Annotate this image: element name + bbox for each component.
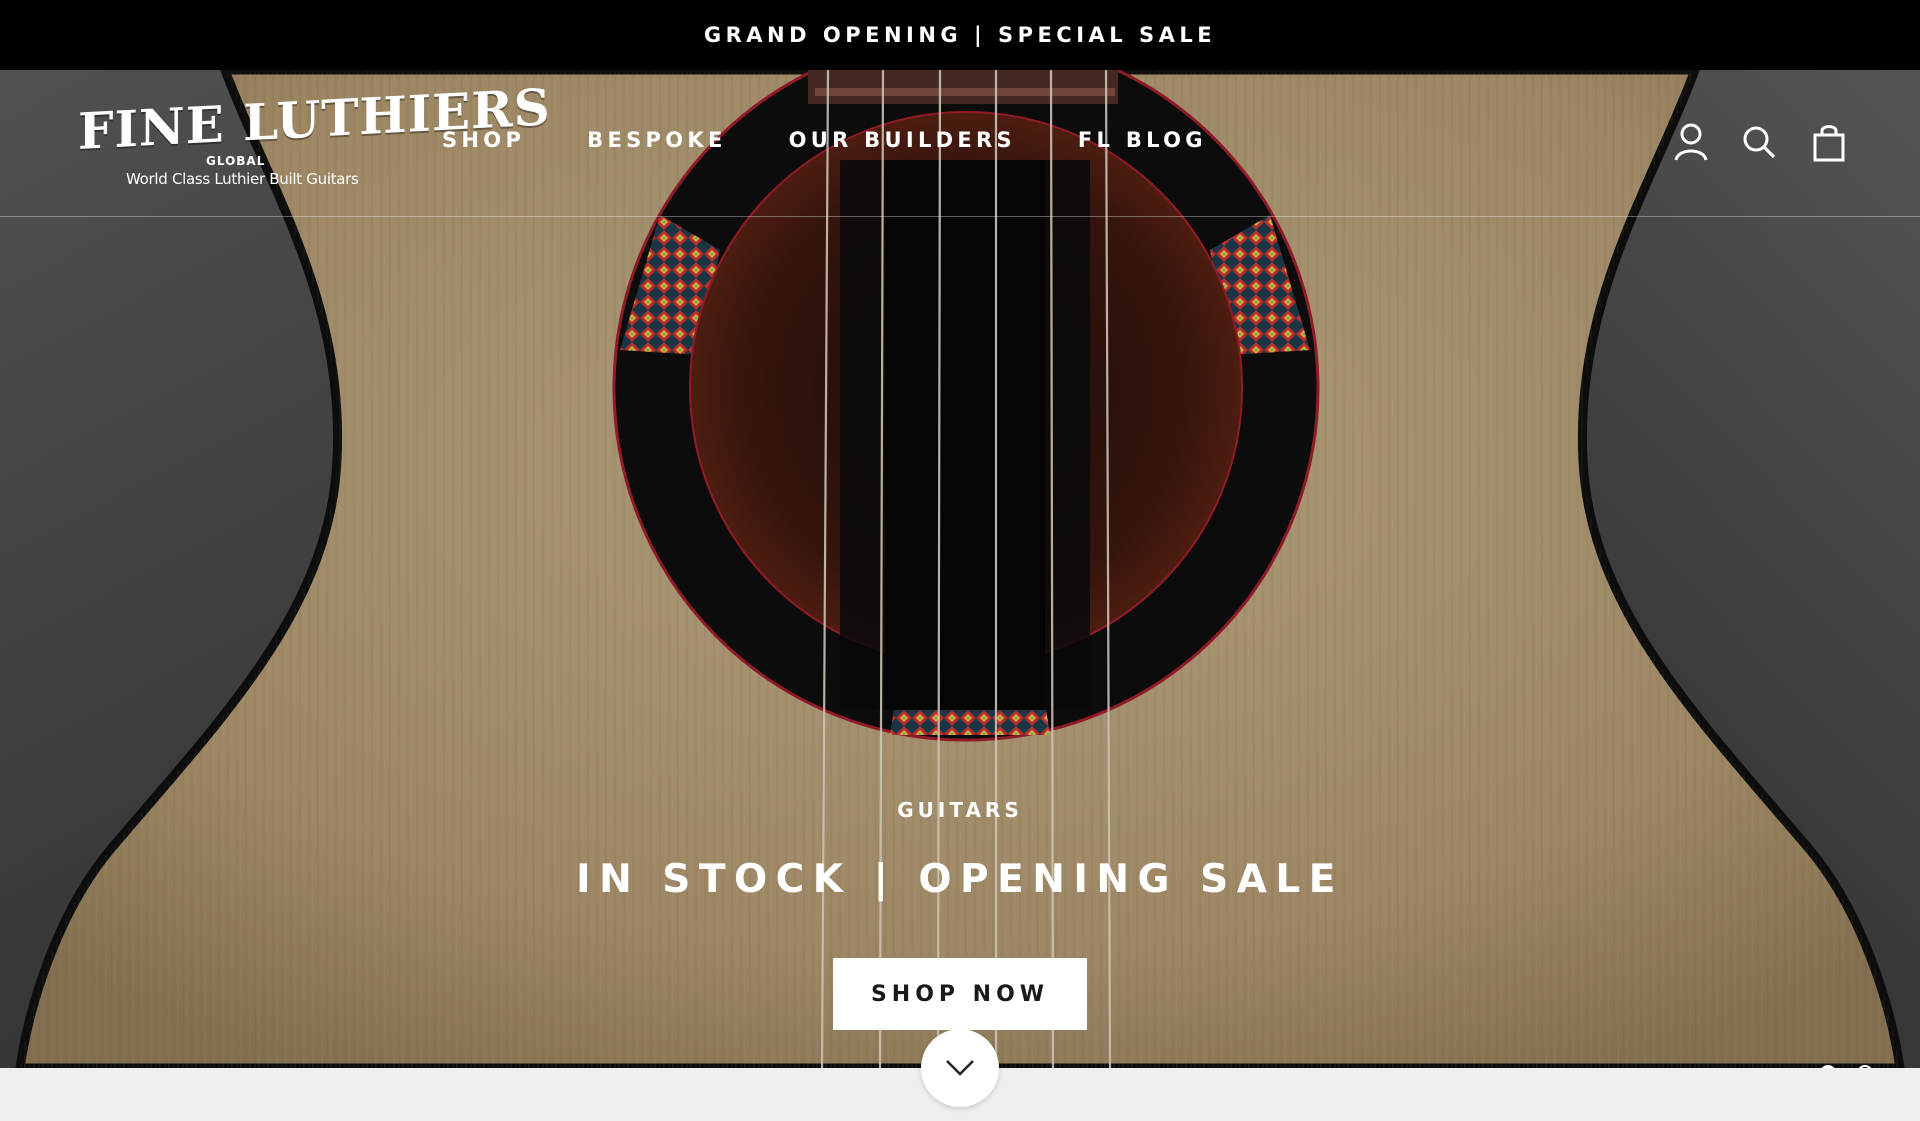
nav-item-shop[interactable]: SHOP <box>442 128 525 152</box>
main-nav: SHOP BESPOKE OUR BUILDERS FL BLOG <box>442 128 1269 152</box>
scroll-down-button[interactable] <box>921 1029 999 1107</box>
chevron-down-icon <box>946 1060 974 1076</box>
nav-item-our-builders[interactable]: OUR BUILDERS <box>789 128 1016 152</box>
nav-item-bespoke[interactable]: BESPOKE <box>587 128 726 152</box>
announcement-bar: GRAND OPENING | SPECIAL SALE <box>0 0 1920 70</box>
cart-bag-icon[interactable] <box>1810 122 1848 162</box>
shop-now-button[interactable]: SHOP NOW <box>833 958 1087 1030</box>
announcement-text: GRAND OPENING | SPECIAL SALE <box>703 23 1217 47</box>
site-logo[interactable]: FINE LUTHIERS GLOBAL World Class Luthier… <box>78 77 551 194</box>
site-header: FINE LUTHIERS GLOBAL World Class Luthier… <box>0 70 1920 217</box>
hero-guitar-image <box>0 70 1920 1068</box>
nav-item-fl-blog[interactable]: FL BLOG <box>1078 128 1207 152</box>
hero-slideshow: GUITARS IN STOCK | OPENING SALE SHOP NOW <box>0 70 1920 1068</box>
logo-tagline: World Class Luthier Built Guitars <box>126 170 359 188</box>
logo-wordmark: FINE LUTHIERS <box>78 77 551 161</box>
search-icon[interactable] <box>1740 122 1778 162</box>
account-icon[interactable] <box>1672 122 1710 162</box>
logo-sub: GLOBAL <box>206 154 266 168</box>
